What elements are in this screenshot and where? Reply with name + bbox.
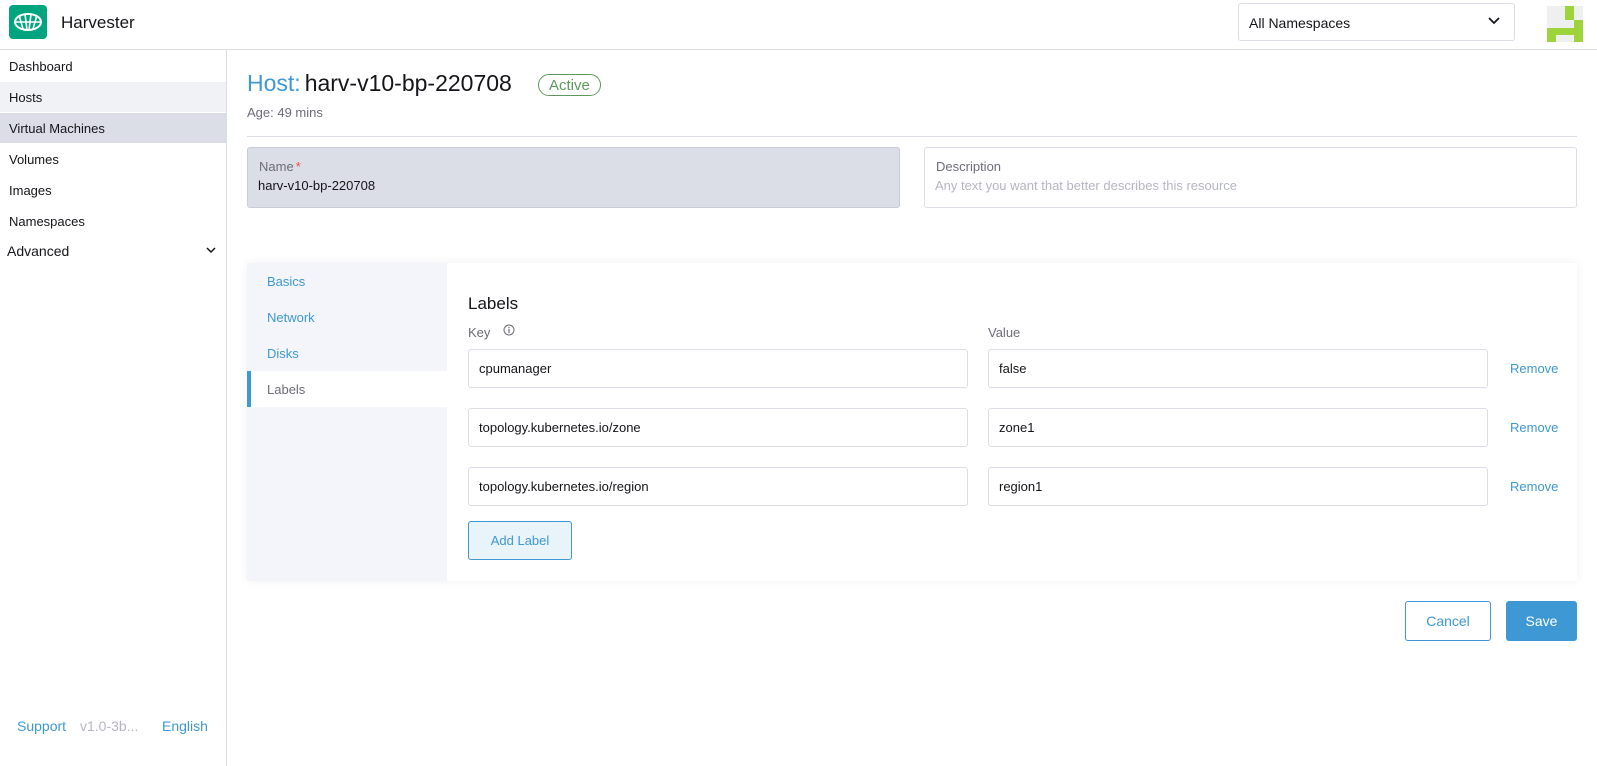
sidebar-item-label: Images [9, 183, 52, 198]
label-value-field[interactable] [988, 408, 1488, 447]
sidebar-item-label: Dashboard [9, 59, 73, 74]
label-value-field[interactable] [988, 467, 1488, 506]
label-key-input[interactable] [479, 361, 959, 376]
harvester-logo-icon[interactable] [9, 5, 47, 39]
label-value-input[interactable] [999, 420, 1479, 435]
sidebar-group-label: Advanced [7, 243, 70, 259]
chevron-down-icon [1488, 17, 1500, 25]
support-link[interactable]: Support [17, 718, 66, 734]
add-label-button[interactable]: Add Label [468, 521, 572, 560]
sidebar-item-label: Volumes [9, 152, 59, 167]
chevron-down-icon [206, 247, 216, 254]
label-value-input[interactable] [999, 361, 1479, 376]
required-mark: * [295, 159, 301, 174]
namespace-select[interactable]: All Namespaces [1238, 3, 1515, 41]
tab-disks[interactable]: Disks [247, 335, 447, 371]
app-title: Harvester [61, 13, 135, 32]
sidebar-item-namespaces[interactable]: Namespaces [0, 206, 226, 236]
sidebar: Dashboard Hosts Virtual Machines Volumes… [0, 50, 227, 766]
label-value-field[interactable] [988, 349, 1488, 388]
sidebar-item-hosts[interactable]: Hosts [0, 82, 226, 112]
description-field-label: Description [936, 159, 1002, 174]
sidebar-item-images[interactable]: Images [0, 175, 226, 205]
language-selector[interactable]: English [162, 718, 208, 734]
side-tabs: Basics Network Disks Labels [247, 263, 447, 581]
tab-basics[interactable]: Basics [247, 263, 447, 299]
sidebar-group-advanced[interactable]: Advanced [0, 236, 226, 266]
top-header: Harvester All Namespaces [0, 0, 1597, 50]
cancel-button[interactable]: Cancel [1405, 601, 1491, 641]
name-field[interactable]: Name * [247, 147, 900, 208]
save-button[interactable]: Save [1506, 601, 1577, 641]
tab-label: Network [267, 310, 315, 325]
tab-label: Basics [267, 274, 306, 289]
divider [247, 136, 1577, 137]
name-field-label: Name * [259, 159, 301, 174]
tab-label: Disks [267, 346, 299, 361]
remove-label-button[interactable]: Remove [1510, 361, 1558, 376]
sidebar-item-label: Virtual Machines [9, 121, 105, 136]
label-key-field[interactable] [468, 467, 968, 506]
name-input[interactable] [258, 178, 878, 193]
age-label: Age: 49 mins [247, 105, 323, 120]
label-key-field[interactable] [468, 349, 968, 388]
page-title: Host: harv-v10-bp-220708 [247, 70, 512, 97]
version-label: v1.0-3b... [80, 718, 139, 734]
value-column-header: Value [988, 325, 1021, 340]
description-input[interactable] [935, 178, 1555, 193]
label-value-input[interactable] [999, 479, 1479, 494]
section-title: Labels [468, 294, 519, 313]
key-column-header: Key [468, 325, 491, 340]
sidebar-item-dashboard[interactable]: Dashboard [0, 51, 226, 81]
user-avatar-icon[interactable] [1547, 6, 1583, 42]
tab-label: Labels [267, 382, 306, 397]
page-title-prefix[interactable]: Host: [247, 70, 301, 96]
description-field[interactable]: Description [924, 147, 1577, 208]
remove-label-button[interactable]: Remove [1510, 420, 1558, 435]
info-icon[interactable] [503, 324, 515, 336]
remove-label-button[interactable]: Remove [1510, 479, 1558, 494]
label-key-field[interactable] [468, 408, 968, 447]
label-key-input[interactable] [479, 479, 959, 494]
sidebar-item-virtual-machines[interactable]: Virtual Machines [0, 113, 226, 143]
tab-labels[interactable]: Labels [247, 371, 447, 407]
sidebar-item-label: Hosts [9, 90, 43, 105]
tab-network[interactable]: Network [247, 299, 447, 335]
status-badge: Active [538, 74, 601, 96]
tabs-panel: Basics Network Disks Labels Labels Key V… [247, 263, 1577, 581]
label-key-input[interactable] [479, 420, 959, 435]
sidebar-item-volumes[interactable]: Volumes [0, 144, 226, 174]
namespace-select-value: All Namespaces [1249, 15, 1351, 31]
sidebar-item-label: Namespaces [9, 214, 85, 229]
labels-tab-content: Labels Key Value Remove Remove [447, 263, 1577, 581]
page-title-name: harv-v10-bp-220708 [304, 70, 512, 96]
